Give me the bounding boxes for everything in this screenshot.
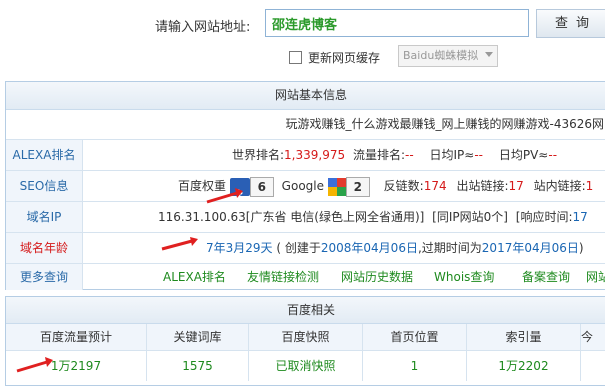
inlinks-label: 站内链接: <box>533 179 586 193</box>
domain-age-label: 域名年龄 <box>6 233 83 263</box>
more-query-row: 更多查询 ALEXA排名 友情链接检测 网站历史数据 Whois查询 备案查询 … <box>6 263 605 290</box>
url-input-label: 请输入网站地址: <box>155 20 251 35</box>
seo-row: SEO信息 百度权重 6 Google 2 反链数:174 出站链接:17 站内… <box>6 170 605 209</box>
daily-pv-value: -- <box>548 148 558 162</box>
more-link-alexa[interactable]: ALEXA排名 <box>163 264 226 290</box>
site-title: 玩游戏赚钱_什么游戏最赚钱_网上赚钱的网赚游戏-43626网 <box>285 117 604 131</box>
baidu-table-row: 1万2197 1575 已取消快照 1 1万2202 <box>6 351 605 381</box>
annotation-arrow-seo <box>206 188 243 204</box>
spider-select-value: Baidu蜘蛛模拟 <box>403 49 479 62</box>
snapshot-value[interactable]: 已取消快照 <box>249 351 363 381</box>
url-input[interactable] <box>265 9 529 37</box>
alexa-row-label: ALEXA排名 <box>6 140 83 170</box>
col-traffic: 百度流量预计 <box>6 324 147 350</box>
homepage-pos-value: 1 <box>363 351 467 381</box>
col-today: 今 <box>581 324 605 350</box>
traffic-rank-value: -- <box>405 148 414 162</box>
seo-row-label: SEO信息 <box>6 171 83 201</box>
alexa-row-content: 世界排名:1,339,975 流量排名:-- 日均IP≈-- 日均PV≈-- <box>232 140 557 170</box>
more-link-site[interactable]: 网站 <box>586 264 605 290</box>
col-snapshot: 百度快照 <box>249 324 363 350</box>
keywords-value[interactable]: 1575 <box>147 351 249 381</box>
response-time-value: 17 <box>572 210 588 224</box>
col-keywords: 关键词库 <box>147 324 249 350</box>
index-value[interactable]: 1万2202 <box>467 351 581 381</box>
created-prefix: ( 创建于 <box>276 241 321 255</box>
refresh-cache-label: 更新网页缓存 <box>308 51 381 65</box>
refresh-cache-checkbox[interactable] <box>289 51 302 64</box>
baidu-table-head: 百度流量预计 关键词库 百度快照 首页位置 索引量 今 <box>6 324 605 351</box>
more-query-label: 更多查询 <box>6 264 83 290</box>
col-homepage-pos: 首页位置 <box>363 324 467 350</box>
response-time-label: [响应时间: <box>515 210 573 224</box>
baidu-weight-badge[interactable]: 6 <box>249 176 274 197</box>
traffic-rank-label: 流量排名: <box>352 148 405 162</box>
world-rank-label: 世界排名: <box>232 148 285 162</box>
inlinks-value[interactable]: 1 <box>586 179 594 193</box>
col-index: 索引量 <box>467 324 581 350</box>
alexa-row: ALEXA排名 世界排名:1,339,975 流量排名:-- 日均IP≈-- 日… <box>6 139 605 170</box>
domain-age-row: 域名年龄 7年3月29天 ( 创建于2008年04月06日,过期时间为2017年… <box>6 232 605 263</box>
query-button[interactable]: 查询 <box>536 9 605 38</box>
ip-row: 域名IP 116.31.100.63[广东省 电信(绿色上网全省通用)] [同I… <box>6 201 605 232</box>
world-rank-value: 1,339,975 <box>284 148 346 162</box>
basic-info-header: 网站基本信息 <box>6 82 605 110</box>
daily-pv-label: 日均PV≈ <box>498 148 549 162</box>
google-icon <box>327 177 346 196</box>
backlinks-value[interactable]: 174 <box>424 179 447 193</box>
expire-date: 2017年04月06日 <box>481 241 579 255</box>
domain-age-content: 7年3月29天 ( 创建于2008年04月06日,过期时间为2017年04月06… <box>206 233 584 263</box>
more-link-icp[interactable]: 备案查询 <box>522 264 570 290</box>
backlinks-label: 反链数: <box>383 179 424 193</box>
ip-value: 116.31.100.63[广东省 电信(绿色上网全省通用)] <box>158 210 425 224</box>
ip-row-content: 116.31.100.63[广东省 电信(绿色上网全省通用)] [同IP网站0个… <box>158 202 588 232</box>
more-link-history[interactable]: 网站历史数据 <box>341 264 413 290</box>
ip-row-label: 域名IP <box>6 202 83 232</box>
more-link-whois[interactable]: Whois查询 <box>434 264 494 290</box>
outlinks-value[interactable]: 17 <box>508 179 523 193</box>
daily-ip-value: -- <box>474 148 484 162</box>
spider-select[interactable]: Baidu蜘蛛模拟 <box>398 45 498 67</box>
more-link-friendlink[interactable]: 友情链接检测 <box>247 264 319 290</box>
same-ip-link[interactable]: [同IP网站0个] <box>432 210 508 224</box>
basic-info-panel: 网站基本信息 玩游戏赚钱_什么游戏最赚钱_网上赚钱的网赚游戏-43626网 AL… <box>5 81 605 290</box>
outlinks-label: 出站链接: <box>456 179 509 193</box>
annotation-arrow-traffic <box>16 357 53 373</box>
google-pr-badge[interactable]: 2 <box>345 176 370 197</box>
expire-prefix: ,过期时间为 <box>417 241 482 255</box>
daily-ip-label: 日均IP≈ <box>429 148 475 162</box>
annotation-arrow-age <box>161 237 198 251</box>
age-suffix: ) <box>578 241 584 255</box>
baidu-header: 百度相关 <box>6 297 605 324</box>
created-date: 2008年04月06日 <box>320 241 418 255</box>
chevron-down-icon <box>485 52 493 57</box>
google-label: Google <box>281 179 324 193</box>
baidu-panel: 百度相关 百度流量预计 关键词库 百度快照 首页位置 索引量 今 1万2197 … <box>5 296 605 386</box>
domain-age-value: 7年3月29天 <box>206 241 273 255</box>
